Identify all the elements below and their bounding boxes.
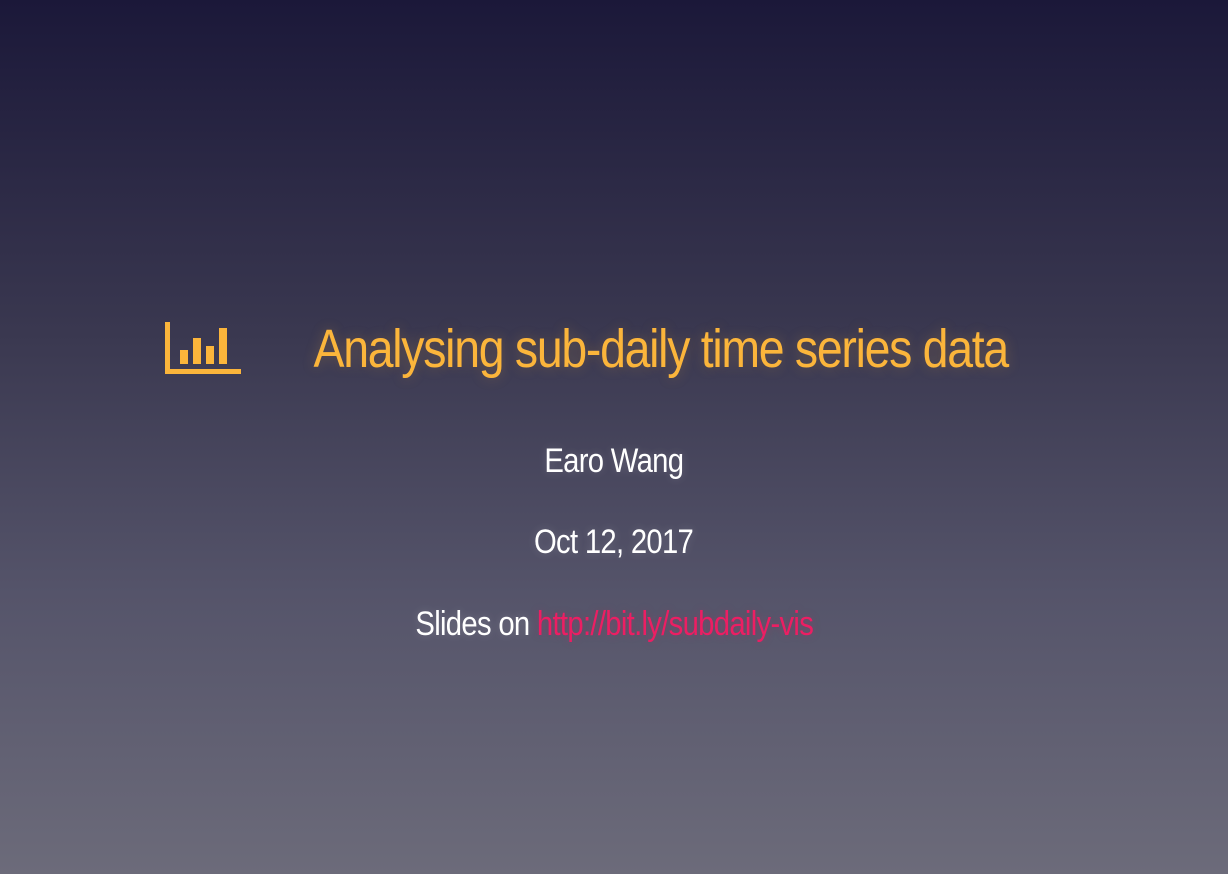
slides-prefix: Slides on	[415, 605, 530, 643]
slides-link[interactable]: http://bit.ly/subdaily-vis	[537, 605, 814, 643]
slide-title-row: Analysing sub-daily time series data	[0, 320, 1228, 378]
bar-chart-icon	[165, 322, 242, 374]
presentation-date: Oct 12, 2017	[534, 523, 694, 561]
author-name: Earo Wang	[544, 442, 685, 480]
title-slide: Analysing sub-daily time series data Ear…	[0, 0, 1228, 874]
slide-title: Analysing sub-daily time series data	[313, 319, 1010, 379]
slides-link-line: Slides on http://bit.ly/subdaily-vis	[0, 607, 1228, 641]
